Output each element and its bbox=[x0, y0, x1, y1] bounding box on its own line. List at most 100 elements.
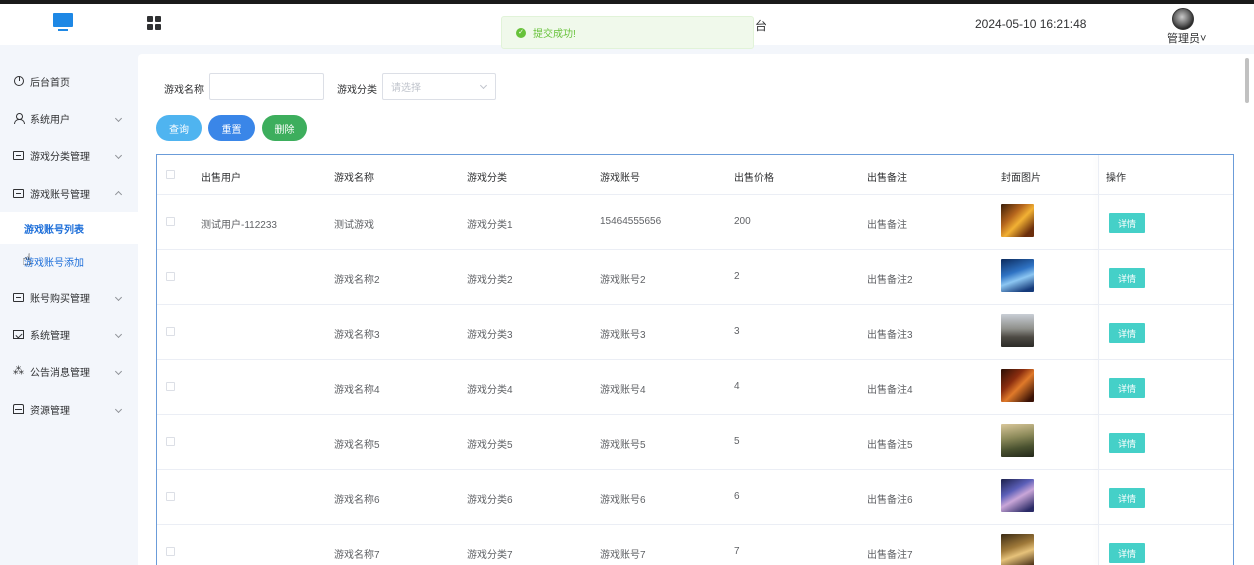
sidebar-item-game-account[interactable]: 游戏账号管理 bbox=[0, 178, 138, 208]
column-header: 封面图片 bbox=[1001, 173, 1041, 184]
check-circle-icon: ✓ bbox=[516, 27, 526, 38]
category-cell: 游戏分类4 bbox=[467, 385, 513, 396]
monitor-logo-icon bbox=[53, 13, 73, 35]
column-header: 出售价格 bbox=[734, 173, 774, 184]
note-cell: 出售备注5 bbox=[867, 440, 913, 451]
price-cell: 5 bbox=[734, 436, 740, 447]
category-cell: 游戏分类5 bbox=[467, 440, 513, 451]
column-header: 操作 bbox=[1106, 173, 1126, 184]
row-checkbox[interactable] bbox=[166, 547, 175, 556]
detail-button[interactable]: 详情 bbox=[1109, 543, 1145, 563]
cover-image[interactable] bbox=[1001, 259, 1034, 292]
card-icon bbox=[13, 188, 24, 199]
table-row: 游戏名称7 游戏分类7 游戏账号7 7 出售备注7 详情 bbox=[157, 525, 1233, 565]
table-header: 出售用户 游戏名称 游戏分类 游戏账号 出售价格 出售备注 封面图片 操作 bbox=[157, 155, 1233, 195]
column-header: 出售用户 bbox=[201, 173, 241, 184]
price-cell: 2 bbox=[734, 271, 740, 282]
cover-image[interactable] bbox=[1001, 534, 1034, 565]
chevron-down-icon bbox=[114, 293, 123, 301]
game-name-label: 游戏名称 bbox=[164, 85, 204, 96]
row-checkbox[interactable] bbox=[166, 327, 175, 336]
sidebar-item-system[interactable]: 系统管理 bbox=[0, 319, 138, 349]
category-cell: 游戏分类6 bbox=[467, 495, 513, 506]
price-cell: 200 bbox=[734, 216, 751, 227]
sidebar-item-system-users[interactable]: 系统用户 bbox=[0, 103, 138, 133]
note-cell: 出售备注2 bbox=[867, 275, 913, 286]
game-name-cell: 游戏名称2 bbox=[334, 275, 380, 286]
game-name-cell: 游戏名称4 bbox=[334, 385, 380, 396]
cover-image[interactable] bbox=[1001, 424, 1034, 457]
column-header: 游戏分类 bbox=[467, 173, 507, 184]
game-name-input[interactable] bbox=[209, 73, 324, 100]
sidebar-item-label: 游戏账号管理 bbox=[30, 189, 90, 201]
sidebar-item-label: 账号购买管理 bbox=[30, 293, 90, 305]
detail-button[interactable]: 详情 bbox=[1109, 378, 1145, 398]
category-cell: 游戏分类1 bbox=[467, 220, 513, 231]
table-row: 游戏名称6 游戏分类6 游戏账号6 6 出售备注6 详情 bbox=[157, 470, 1233, 525]
sidebar-item-home[interactable]: 后台首页 bbox=[0, 66, 138, 96]
note-cell: 出售备注3 bbox=[867, 330, 913, 341]
delete-button[interactable]: 删除 bbox=[262, 115, 307, 141]
cover-image[interactable] bbox=[1001, 479, 1034, 512]
column-header: 游戏名称 bbox=[334, 173, 374, 184]
sidebar: 后台首页 系统用户 游戏分类管理 游戏账号管理 游戏账号列表 游戏账号添加 ☝ … bbox=[0, 45, 138, 565]
toast-message: 提交成功! bbox=[533, 29, 576, 40]
note-cell: 出售备注7 bbox=[867, 550, 913, 561]
sidebar-item-game-category[interactable]: 游戏分类管理 bbox=[0, 140, 138, 170]
sidebar-item-label: 游戏分类管理 bbox=[30, 151, 90, 163]
row-checkbox[interactable] bbox=[166, 272, 175, 281]
row-checkbox[interactable] bbox=[166, 492, 175, 501]
row-checkbox[interactable] bbox=[166, 217, 175, 226]
category-cell: 游戏分类2 bbox=[467, 275, 513, 286]
cover-image[interactable] bbox=[1001, 369, 1034, 402]
column-header: 出售备注 bbox=[867, 173, 907, 184]
chevron-down-icon bbox=[114, 367, 123, 375]
query-button[interactable]: 查询 bbox=[156, 115, 202, 141]
cover-image[interactable] bbox=[1001, 204, 1034, 237]
fixed-column-divider bbox=[1098, 155, 1099, 565]
sidebar-item-label: 系统管理 bbox=[30, 330, 70, 342]
detail-button[interactable]: 详情 bbox=[1109, 268, 1145, 288]
chevron-down-icon bbox=[479, 81, 488, 90]
game-name-cell: 游戏名称3 bbox=[334, 330, 380, 341]
cover-image[interactable] bbox=[1001, 314, 1034, 347]
game-category-select[interactable]: 请选择 bbox=[382, 73, 496, 100]
user-icon bbox=[13, 112, 25, 124]
user-menu[interactable]: 管理员˅ bbox=[1167, 30, 1206, 46]
sidebar-item-label: 后台首页 bbox=[30, 77, 70, 89]
select-all-checkbox[interactable] bbox=[166, 170, 175, 179]
price-cell: 4 bbox=[734, 381, 740, 392]
sidebar-subitem-account-add[interactable]: 游戏账号添加 ☝ bbox=[0, 245, 138, 277]
site-title-fragment: 台 bbox=[755, 19, 768, 33]
sidebar-item-purchase[interactable]: 账号购买管理 bbox=[0, 282, 138, 312]
sidebar-subitem-label: 游戏账号列表 bbox=[24, 224, 84, 236]
chevron-down-icon bbox=[114, 405, 123, 413]
sidebar-item-notice[interactable]: ⁂ 公告消息管理 bbox=[0, 356, 138, 386]
reset-button[interactable]: 重置 bbox=[208, 115, 255, 141]
category-cell: 游戏分类7 bbox=[467, 550, 513, 561]
scrollbar[interactable] bbox=[1245, 58, 1249, 103]
datetime: 2024-05-10 16:21:48 bbox=[975, 17, 1087, 31]
apps-grid-icon[interactable] bbox=[147, 16, 161, 30]
category-cell: 游戏分类3 bbox=[467, 330, 513, 341]
chevron-up-icon bbox=[114, 190, 123, 199]
note-cell: 出售备注 bbox=[867, 220, 907, 231]
avatar[interactable] bbox=[1172, 8, 1194, 30]
row-checkbox[interactable] bbox=[166, 437, 175, 446]
card-icon bbox=[13, 292, 24, 303]
detail-button[interactable]: 详情 bbox=[1109, 488, 1145, 508]
detail-button[interactable]: 详情 bbox=[1109, 323, 1145, 343]
account-cell: 游戏账号4 bbox=[600, 385, 646, 396]
row-checkbox[interactable] bbox=[166, 382, 175, 391]
detail-button[interactable]: 详情 bbox=[1109, 213, 1145, 233]
account-cell: 游戏账号2 bbox=[600, 275, 646, 286]
sidebar-item-label: 资源管理 bbox=[30, 405, 70, 417]
sparkle-icon: ⁂ bbox=[13, 364, 24, 377]
sidebar-subitem-account-list[interactable]: 游戏账号列表 bbox=[0, 212, 138, 244]
card-icon bbox=[13, 150, 24, 161]
seller-cell: 测试用户-112233 bbox=[201, 220, 277, 231]
account-cell: 15464555656 bbox=[600, 216, 662, 227]
detail-button[interactable]: 详情 bbox=[1109, 433, 1145, 453]
account-cell: 游戏账号6 bbox=[600, 495, 646, 506]
sidebar-item-resource[interactable]: 资源管理 bbox=[0, 394, 138, 424]
